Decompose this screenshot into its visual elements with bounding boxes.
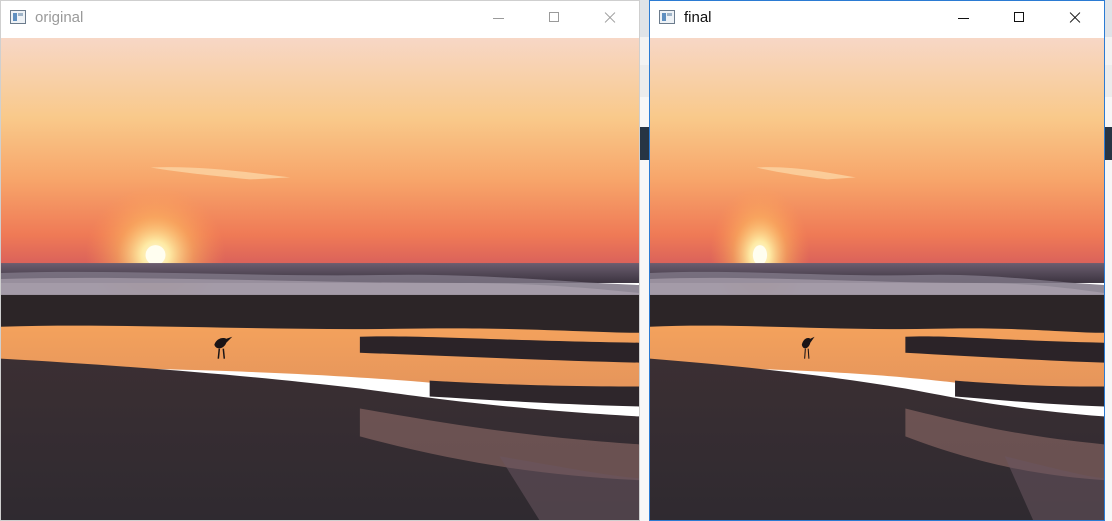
titlebar[interactable]: original	[1, 1, 639, 37]
app-window-icon	[659, 10, 675, 24]
close-icon[interactable]	[1052, 1, 1098, 35]
app-window-icon	[10, 10, 26, 24]
maximize-icon[interactable]	[996, 1, 1042, 35]
window-title: final	[684, 9, 712, 26]
close-icon[interactable]	[587, 1, 633, 35]
sunset-beach-image	[1, 38, 639, 520]
minimize-icon[interactable]	[475, 1, 521, 35]
titlebar[interactable]: final	[650, 1, 1104, 37]
window-final[interactable]: final	[649, 0, 1105, 521]
image-display-final	[650, 38, 1104, 520]
window-original[interactable]: original	[0, 0, 640, 521]
maximize-icon[interactable]	[531, 1, 577, 35]
sunset-beach-image	[650, 38, 1104, 520]
minimize-icon[interactable]	[940, 1, 986, 35]
image-display-original	[1, 38, 639, 520]
window-title: original	[35, 9, 84, 26]
